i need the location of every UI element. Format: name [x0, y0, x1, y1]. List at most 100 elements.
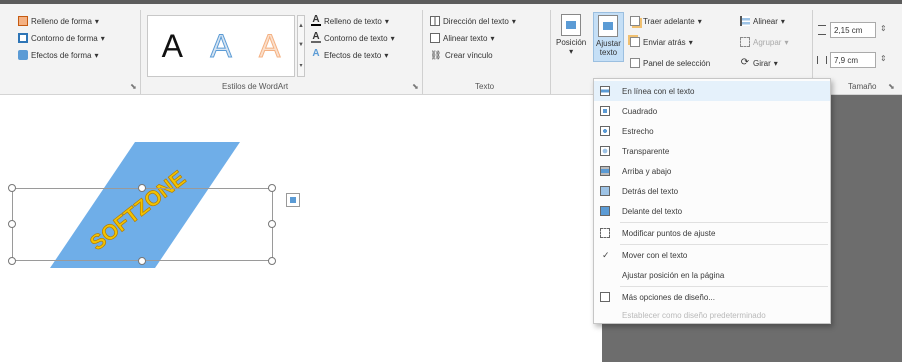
text-outline-label: Contorno de texto: [324, 33, 388, 43]
inline-wrap-icon: [600, 86, 610, 96]
wrap-text-label-2: texto: [599, 48, 618, 57]
text-fill-label: Relleno de texto: [324, 16, 382, 26]
resize-handle-top[interactable]: [138, 184, 146, 192]
check-icon: ✓: [602, 249, 610, 260]
shape-effects-icon: [18, 50, 28, 60]
menu-item-square[interactable]: Cuadrado: [594, 101, 830, 121]
resize-handle-bottom-left[interactable]: [8, 257, 16, 265]
behind-text-icon: [600, 186, 610, 196]
group-icon: [740, 37, 750, 47]
menu-item-label: En línea con el texto: [622, 86, 695, 96]
layout-options-icon[interactable]: [286, 193, 300, 207]
wrap-text-label-1: Ajustar: [596, 39, 621, 48]
wordart-style-black[interactable]: A: [152, 26, 192, 66]
chevron-down-icon: ▾: [390, 33, 395, 43]
group-objects-label: Agrupar: [753, 37, 782, 47]
resize-handle-right[interactable]: [268, 220, 276, 228]
shape-effects-button[interactable]: Efectos de forma ▾: [18, 48, 99, 62]
shape-fill-button[interactable]: Relleno de forma ▾: [18, 14, 99, 28]
text-direction-button[interactable]: Dirección del texto ▾: [430, 14, 516, 28]
chevron-down-icon[interactable]: ▼: [298, 42, 304, 48]
wordart-style-orange-outline[interactable]: A: [250, 26, 290, 66]
text-effects-button[interactable]: A Efectos de texto ▾: [311, 48, 388, 62]
more-icon[interactable]: ▾: [299, 62, 302, 69]
menu-item-in-front-text[interactable]: Delante del texto: [594, 201, 830, 221]
position-icon: [561, 14, 582, 36]
chevron-down-icon: ▾: [94, 16, 99, 26]
selection-pane-button[interactable]: Panel de selección: [630, 56, 710, 70]
menu-item-top-bottom[interactable]: Arriba y abajo: [594, 161, 830, 181]
menu-item-label: Delante del texto: [622, 206, 683, 216]
chevron-down-icon: ▾: [784, 37, 789, 47]
create-link-button[interactable]: ⛓ Crear vínculo: [430, 48, 493, 62]
width-spinner-icon[interactable]: ⇕: [880, 54, 887, 63]
selection-pane-label: Panel de selección: [643, 58, 711, 68]
menu-item-edit-wrap-points[interactable]: Modificar puntos de ajuste: [594, 223, 830, 243]
menu-item-move-with-text[interactable]: ✓ Mover con el texto: [594, 245, 830, 265]
group-divider: [550, 10, 551, 94]
shape-height-input[interactable]: 2,15 cm: [830, 22, 876, 38]
shape-width-icon: [817, 56, 827, 64]
align-objects-button[interactable]: Alinear ▾: [740, 14, 785, 28]
resize-handle-bottom[interactable]: [138, 257, 146, 265]
shape-styles-launcher-icon[interactable]: ⬊: [130, 82, 137, 91]
wordart-selection-frame[interactable]: [12, 188, 273, 261]
shape-fill-label: Relleno de forma: [31, 16, 92, 26]
menu-item-label: Cuadrado: [622, 106, 658, 116]
wordart-group-label: Estilos de WordArt: [222, 82, 289, 91]
group-objects-button[interactable]: Agrupar ▾: [740, 35, 788, 49]
text-effects-label: Efectos de texto: [324, 50, 382, 60]
text-direction-label: Dirección del texto: [443, 16, 509, 26]
wordart-style-blue-outline[interactable]: A: [201, 26, 241, 66]
text-effects-icon: A: [312, 48, 320, 59]
menu-item-label: Más opciones de diseño...: [622, 292, 715, 302]
chevron-up-icon[interactable]: ▲: [298, 23, 304, 29]
text-fill-icon: A: [311, 14, 321, 26]
wrap-text-button[interactable]: Ajustar texto: [593, 12, 624, 62]
shape-effects-label: Efectos de forma: [31, 50, 92, 60]
shape-outline-label: Contorno de forma: [31, 33, 98, 43]
shape-outline-button[interactable]: Contorno de forma ▾: [18, 31, 105, 45]
align-text-button[interactable]: Alinear texto ▾: [430, 31, 494, 45]
wrap-text-menu: En línea con el texto Cuadrado Estrecho …: [593, 78, 831, 324]
resize-handle-top-left[interactable]: [8, 184, 16, 192]
shape-width-input[interactable]: 7,9 cm: [830, 52, 876, 68]
chevron-down-icon: ▾: [569, 47, 574, 56]
gallery-scrollbar[interactable]: ▲ ▼ ▾: [297, 15, 305, 77]
align-text-label: Alinear texto: [443, 33, 488, 43]
bring-forward-icon: [630, 16, 640, 26]
menu-item-label: Establecer como diseño predeterminado: [622, 310, 766, 320]
height-spinner-icon[interactable]: ⇕: [880, 24, 887, 33]
menu-item-through[interactable]: Transparente: [594, 141, 830, 161]
wordart-launcher-icon[interactable]: ⬊: [412, 82, 419, 91]
text-direction-icon: [430, 16, 440, 26]
resize-handle-top-right[interactable]: [268, 184, 276, 192]
send-backward-button[interactable]: Enviar atrás ▾: [630, 35, 693, 49]
shape-outline-icon: [18, 33, 28, 43]
rotate-button[interactable]: ⟳ Girar ▾: [740, 56, 778, 70]
chevron-down-icon: ▾: [100, 33, 105, 43]
bring-forward-button[interactable]: Traer adelante ▾: [630, 14, 702, 28]
menu-item-tight[interactable]: Estrecho: [594, 121, 830, 141]
menu-item-inline[interactable]: En línea con el texto: [594, 81, 830, 101]
menu-item-label: Transparente: [622, 146, 670, 156]
in-front-text-icon: [600, 206, 610, 216]
menu-item-more-layout-options[interactable]: Más opciones de diseño...: [594, 287, 830, 307]
resize-handle-bottom-right[interactable]: [268, 257, 276, 265]
text-fill-button[interactable]: A Relleno de texto ▾: [311, 14, 389, 28]
create-link-label: Crear vínculo: [445, 50, 493, 60]
menu-item-fix-position[interactable]: Ajustar posición en la página: [594, 265, 830, 285]
bring-forward-label: Traer adelante: [643, 16, 695, 26]
resize-handle-left[interactable]: [8, 220, 16, 228]
menu-item-label: Ajustar posición en la página: [622, 270, 725, 280]
menu-item-set-as-default: Establecer como diseño predeterminado: [594, 305, 830, 325]
menu-item-behind-text[interactable]: Detrás del texto: [594, 181, 830, 201]
size-group-label: Tamaño: [848, 82, 877, 91]
chevron-down-icon: ▾: [384, 16, 389, 26]
position-button[interactable]: Posición ▾: [556, 14, 586, 56]
text-outline-button[interactable]: A Contorno de texto ▾: [311, 31, 395, 45]
menu-item-label: Estrecho: [622, 126, 654, 136]
align-objects-label: Alinear: [753, 16, 778, 26]
size-launcher-icon[interactable]: ⬊: [888, 82, 895, 91]
chevron-down-icon: ▾: [697, 16, 702, 26]
